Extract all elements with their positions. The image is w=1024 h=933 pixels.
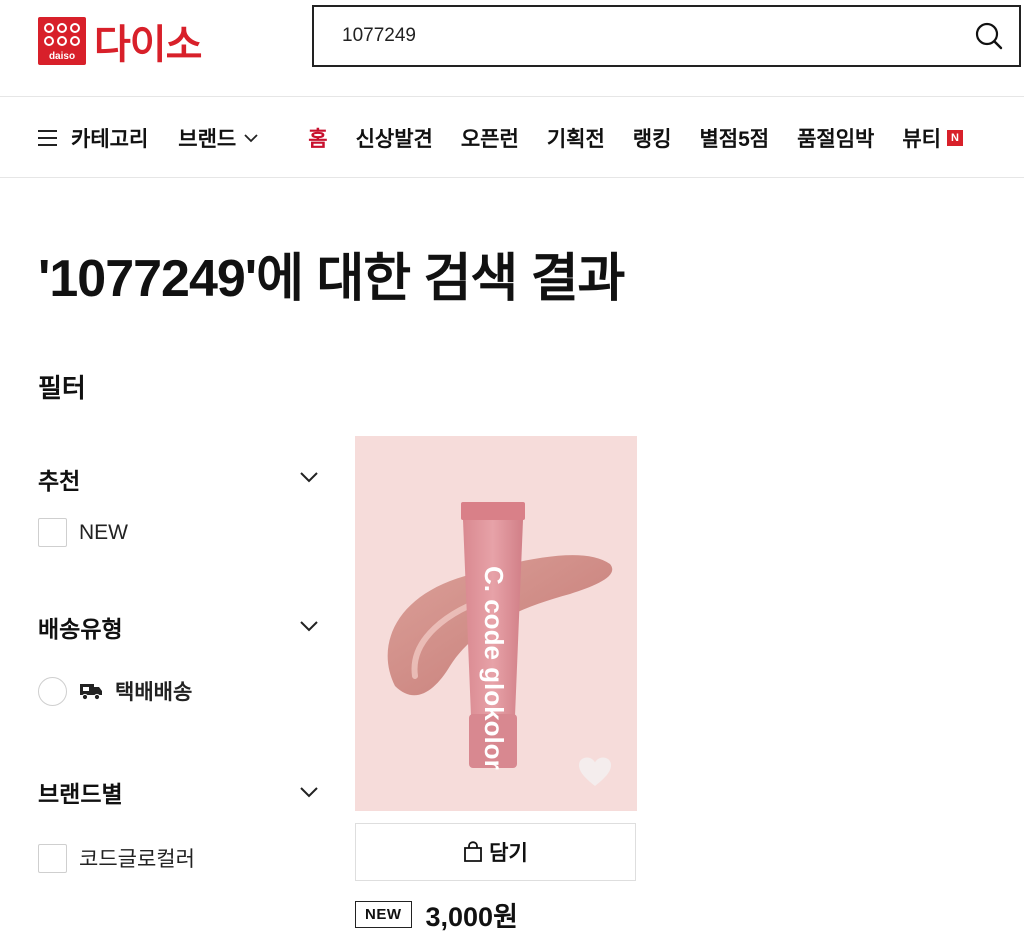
new-badge: NEW: [355, 901, 412, 928]
nav-item-label: 신상발견: [355, 128, 433, 151]
search-button[interactable]: [959, 7, 1019, 65]
nav-item-label: 기획전: [546, 128, 605, 151]
add-to-cart-label: 담기: [489, 842, 528, 865]
filter-option-parcel[interactable]: 택배배송: [38, 676, 192, 706]
product-price: 3,000원: [425, 902, 518, 932]
nav-item-exhibitions[interactable]: 기획전: [547, 123, 605, 153]
chevron-down-icon: [244, 133, 258, 142]
shopping-bag-icon: [464, 841, 483, 862]
filter-group-title-brand: 브랜드별: [38, 781, 123, 807]
nav-item-label: 랭킹: [632, 128, 672, 151]
page-title: '1077249'에 대한 검색 결과: [38, 250, 625, 308]
filter-heading: 필터: [38, 373, 86, 403]
search-icon: [975, 22, 1003, 50]
logo-text: 다이소: [94, 23, 202, 67]
category-label: 카테고리: [71, 128, 149, 151]
logo-sub-text: daiso: [48, 51, 76, 62]
chevron-down-icon[interactable]: [299, 620, 319, 632]
nav-item-label: 홈: [308, 128, 328, 151]
nav-item-open-run[interactable]: 오픈런: [461, 123, 519, 153]
nav-item-beauty[interactable]: 뷰티 N: [902, 123, 963, 153]
lip-gloss-image: C. code glokolor: [387, 502, 613, 770]
new-badge-icon: N: [947, 130, 963, 146]
filter-group-title-delivery: 배송유형: [38, 616, 123, 642]
filter-group-title-recommend: 추천: [38, 468, 81, 494]
filter-option-new[interactable]: NEW: [38, 518, 128, 547]
product-brand-text: C. code glokolor: [479, 566, 509, 770]
nav-item-new-arrivals[interactable]: 신상발견: [356, 123, 433, 153]
filter-option-label: 코드글로컬러: [79, 848, 195, 871]
brand-label: 브랜드: [178, 128, 237, 151]
nav-item-label: 별점5점: [699, 128, 770, 151]
checkbox[interactable]: [38, 518, 67, 547]
radio-button[interactable]: [38, 676, 67, 706]
header-divider: [0, 96, 1024, 97]
filter-option-codeglokolor[interactable]: 코드글로컬러: [38, 843, 195, 873]
nav-item-home[interactable]: 홈: [308, 123, 327, 153]
brand-menu-button[interactable]: 브랜드: [178, 123, 258, 153]
search-bar: [312, 5, 1021, 67]
daiso-logo[interactable]: daiso 다이소: [38, 12, 202, 70]
nav-divider: [0, 177, 1024, 178]
product-image[interactable]: C. code glokolor: [355, 436, 637, 811]
category-menu-button[interactable]: 카테고리: [38, 123, 148, 153]
price-row: NEW 3,000원: [355, 895, 518, 933]
nav-item-five-stars[interactable]: 별점5점: [699, 123, 769, 153]
search-input[interactable]: [314, 7, 959, 65]
chevron-down-icon[interactable]: [299, 471, 319, 483]
filter-option-label: 택배배송: [115, 681, 193, 704]
main-nav: 카테고리 브랜드 홈 신상발견 오픈런 기획전 랭킹 별점5점 품절임박 뷰티 N: [38, 118, 991, 158]
truck-icon: [80, 684, 102, 701]
hamburger-icon: [38, 130, 57, 146]
heart-icon[interactable]: [577, 756, 613, 788]
add-to-cart-button[interactable]: 담기: [355, 823, 636, 881]
logo-mark: daiso: [38, 17, 86, 65]
nav-item-almost-sold-out[interactable]: 품절임박: [797, 123, 874, 153]
nav-item-label: 뷰티: [902, 128, 941, 151]
checkbox[interactable]: [38, 843, 67, 873]
chevron-down-icon[interactable]: [299, 786, 319, 798]
nav-item-ranking[interactable]: 랭킹: [633, 123, 672, 153]
nav-item-label: 품절임박: [797, 128, 875, 151]
filter-option-label: NEW: [79, 520, 128, 544]
nav-item-label: 오픈런: [460, 128, 519, 151]
